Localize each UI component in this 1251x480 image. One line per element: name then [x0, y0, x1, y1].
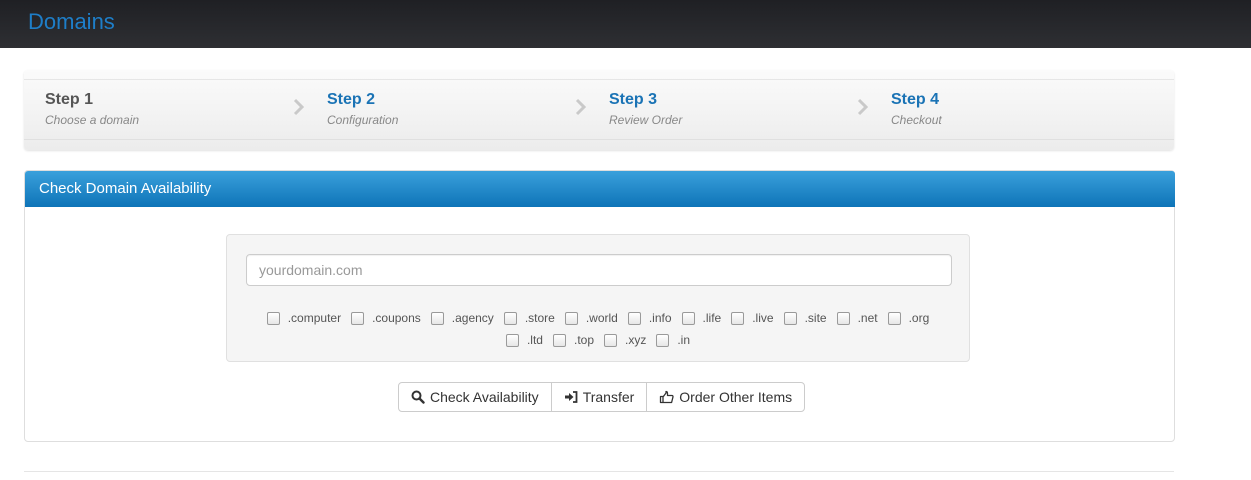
tld-option[interactable]: .computer: [266, 307, 342, 329]
tld-label: .xyz: [625, 333, 647, 347]
tld-label: .agency: [451, 311, 494, 325]
tld-label: .ltd: [526, 333, 543, 347]
tld-option[interactable]: .store: [503, 307, 555, 329]
page-title: Domains: [28, 9, 115, 34]
tld-checkbox[interactable]: [351, 312, 365, 325]
tld-label: .net: [857, 311, 878, 325]
tld-option[interactable]: .xyz: [604, 329, 646, 351]
domain-search-input[interactable]: [246, 254, 952, 286]
step-1-label: Step 1: [45, 91, 94, 108]
tld-checkbox[interactable]: [564, 312, 578, 325]
chevron-right-icon: [857, 98, 869, 116]
tld-option[interactable]: .net: [836, 307, 878, 329]
tld-checkbox[interactable]: [681, 312, 695, 325]
check-availability-button[interactable]: Check Availability: [398, 382, 552, 412]
tld-checkbox[interactable]: [505, 334, 519, 347]
tld-label: .site: [804, 311, 827, 325]
tld-checkbox[interactable]: [836, 312, 850, 325]
step-1: Step 1 Choose a domain: [45, 91, 139, 127]
tld-checkbox[interactable]: [627, 312, 641, 325]
panel-header: Check Domain Availability: [25, 171, 1175, 207]
tld-option[interactable]: .info: [627, 307, 672, 329]
order-other-items-button[interactable]: Order Other Items: [646, 382, 806, 412]
transfer-label: Transfer: [582, 389, 635, 405]
tld-option[interactable]: .life: [681, 307, 722, 329]
step-3[interactable]: Step 3 Review Order: [609, 91, 682, 127]
tld-checkbox[interactable]: [552, 334, 566, 347]
chevron-right-icon: [293, 98, 305, 116]
step-3-desc: Review Order: [609, 113, 683, 127]
tld-label: .coupons: [372, 311, 421, 325]
top-bar: Domains: [0, 0, 1251, 48]
tld-option[interactable]: .site: [783, 307, 827, 329]
tld-label: .life: [702, 311, 722, 325]
domain-search-well: .computer .coupons .agency .store .world .inf…: [226, 234, 970, 362]
panel-title: Check Domain Availability: [39, 180, 212, 197]
domain-availability-panel: Check Domain Availability .computer .coup…: [24, 170, 1175, 442]
tld-label: .org: [908, 311, 930, 325]
step-4-label: Step 4: [891, 91, 940, 108]
step-2-desc: Configuration: [327, 113, 399, 127]
order-other-items-label: Order Other Items: [679, 389, 793, 405]
tld-option[interactable]: .coupons: [351, 307, 421, 329]
tld-checkbox[interactable]: [430, 312, 444, 325]
step-4[interactable]: Step 4 Checkout: [891, 91, 942, 127]
tld-label: .live: [752, 311, 774, 325]
tld-checkbox[interactable]: [731, 312, 745, 325]
tld-option[interactable]: .in: [656, 329, 690, 351]
tld-option[interactable]: .ltd: [505, 329, 543, 351]
tld-checkbox[interactable]: [266, 312, 280, 325]
sign-in-icon: [564, 391, 578, 403]
tld-checkbox[interactable]: [887, 312, 901, 325]
chevron-right-icon: [575, 98, 587, 116]
steps-divider-top: [24, 79, 1174, 80]
tld-label: .info: [648, 311, 672, 325]
tld-label: .top: [573, 333, 594, 347]
domain-action-buttons: Check Availability Transfer Order Other …: [398, 382, 806, 414]
tld-label: .world: [585, 311, 618, 325]
tld-option[interactable]: .agency: [430, 307, 494, 329]
tld-label: .in: [677, 333, 691, 347]
tld-checkbox[interactable]: [604, 334, 617, 347]
hand-pointer-icon: [660, 390, 674, 404]
steps-divider-bottom: [24, 139, 1174, 140]
step-2[interactable]: Step 2 Configuration: [327, 91, 398, 127]
transfer-button[interactable]: Transfer: [550, 382, 648, 412]
tld-label: .computer: [287, 311, 342, 325]
tld-checkbox[interactable]: [783, 312, 797, 325]
step-1-desc: Choose a domain: [45, 113, 140, 127]
tld-checkbox[interactable]: [503, 312, 517, 325]
check-availability-label: Check Availability: [430, 389, 539, 405]
tld-label: .store: [524, 311, 555, 325]
tld-option[interactable]: .top: [552, 329, 594, 351]
tld-checkbox[interactable]: [656, 334, 670, 347]
tld-checkbox-list: .computer .coupons .agency .store .world .inf…: [227, 307, 969, 351]
step-4-desc: Checkout: [891, 113, 942, 127]
footer-divider: [24, 471, 1174, 472]
step-2-label: Step 2: [327, 91, 376, 108]
order-steps: Step 1 Choose a domain Step 2 Configurat…: [24, 70, 1174, 150]
tld-option[interactable]: .org: [887, 307, 930, 329]
search-icon: [411, 390, 425, 404]
step-3-label: Step 3: [609, 91, 658, 108]
tld-option[interactable]: .live: [731, 307, 774, 329]
tld-option[interactable]: .world: [564, 307, 618, 329]
